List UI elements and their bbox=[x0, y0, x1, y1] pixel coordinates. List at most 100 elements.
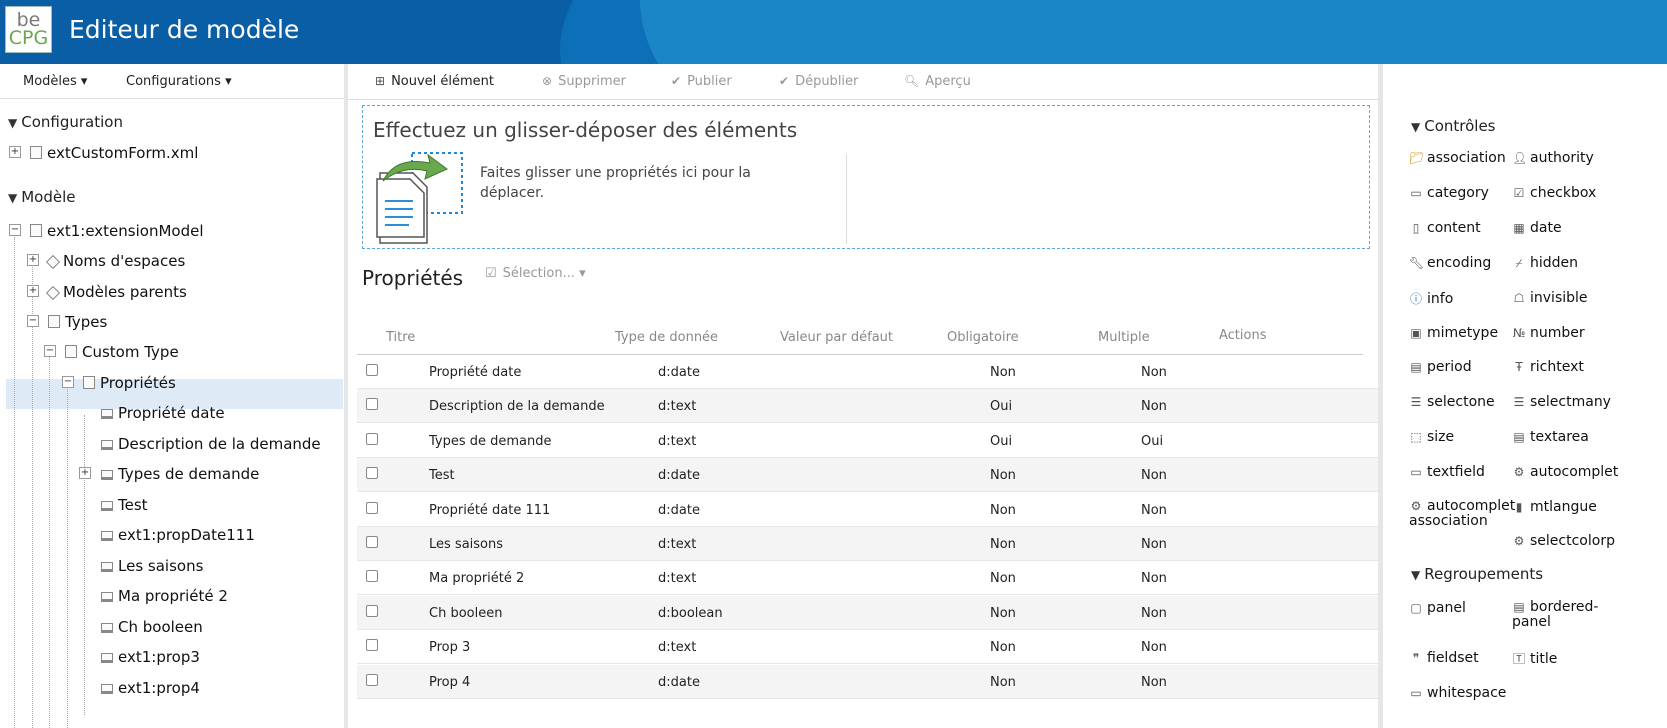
tree-node-custom-type[interactable]: Custom Type bbox=[65, 343, 179, 361]
control-selectone[interactable]: ☰ selectone bbox=[1409, 394, 1495, 410]
control-textarea[interactable]: ▤ textarea bbox=[1512, 429, 1589, 445]
control-number[interactable]: № number bbox=[1512, 325, 1585, 341]
row-checkbox[interactable] bbox=[366, 501, 378, 514]
column-header-type[interactable]: Type de donnée bbox=[615, 330, 718, 345]
table-row[interactable]: Ma propriété 2 d:text Non Non bbox=[357, 561, 1378, 596]
control-encoding[interactable]: 🔧︎ encoding bbox=[1409, 255, 1491, 271]
control-selectmany[interactable]: ☰ selectmany bbox=[1512, 394, 1611, 410]
control-date[interactable]: ▦ date bbox=[1512, 220, 1561, 236]
control-hidden[interactable]: ⌿ hidden bbox=[1512, 255, 1578, 271]
tree-node-property[interactable]: Propriété date bbox=[101, 404, 225, 422]
drag-drop-zone[interactable]: Effectuez un glisser-déposer des élément… bbox=[362, 105, 1370, 249]
control-richtext[interactable]: Ŧrichtext bbox=[1512, 359, 1584, 375]
cell-multiple: Non bbox=[1141, 399, 1167, 415]
table-row[interactable]: Prop 4 d:date Non Non bbox=[357, 664, 1378, 699]
table-row[interactable]: Ch booleen d:boolean Non Non bbox=[357, 595, 1378, 630]
row-checkbox[interactable] bbox=[366, 432, 378, 445]
control-info[interactable]: ⓘ info bbox=[1409, 290, 1453, 307]
control-authority[interactable]: 👤︎ authority bbox=[1512, 150, 1594, 166]
tree-node-property[interactable]: Les saisons bbox=[101, 557, 203, 575]
group-bordered-panel[interactable]: ▤ bordered-panel bbox=[1512, 600, 1602, 630]
tree-node-property[interactable]: Test bbox=[101, 496, 148, 514]
column-header-title[interactable]: Titre bbox=[386, 330, 415, 345]
delete-button[interactable]: ⊗ Supprimer bbox=[542, 74, 626, 89]
table-row[interactable]: Types de demande d:text Oui Oui bbox=[357, 424, 1378, 458]
control-label: mtlangue bbox=[1530, 499, 1597, 515]
configurations-menu-button[interactable]: Configurations ▾ bbox=[126, 74, 232, 89]
tree-node-config-file[interactable]: extCustomForm.xml bbox=[30, 144, 198, 162]
table-row[interactable]: Propriété date 111 d:date Non Non bbox=[357, 493, 1378, 527]
configuration-section[interactable]: ▼ Configuration bbox=[8, 113, 123, 131]
control-textfield[interactable]: ▭ textfield bbox=[1409, 464, 1485, 480]
group-title[interactable]: 🅃title bbox=[1512, 650, 1557, 667]
table-row[interactable]: Prop 3 d:text Non Non bbox=[357, 630, 1378, 665]
control-content[interactable]: ▯ content bbox=[1409, 220, 1481, 236]
models-menu-button[interactable]: Modèles ▾ bbox=[23, 74, 87, 89]
collapse-icon[interactable]: − bbox=[9, 224, 21, 236]
control-selectcolorp[interactable]: ⚙ selectcolorp bbox=[1512, 533, 1615, 549]
expand-icon[interactable]: + bbox=[27, 254, 39, 266]
cell-title: Prop 3 bbox=[429, 640, 471, 656]
control-checkbox[interactable]: ☑ checkbox bbox=[1512, 185, 1597, 201]
tree-node-property[interactable]: ext1:prop3 bbox=[101, 648, 200, 666]
control-autocomplet-association[interactable]: ⚙ autocomplet association bbox=[1409, 499, 1519, 529]
tree-node-property[interactable]: Description de la demande bbox=[101, 435, 321, 453]
collapse-icon[interactable]: − bbox=[62, 376, 74, 388]
table-row[interactable]: Propriété date d:date Non Non bbox=[357, 355, 1378, 389]
control-autocomplet[interactable]: ⚙ autocomplet bbox=[1512, 464, 1619, 480]
control-mimetype[interactable]: ▣ mimetype bbox=[1409, 325, 1498, 341]
tree-node-property[interactable]: Types de demande bbox=[101, 465, 259, 483]
model-section[interactable]: ▼ Modèle bbox=[8, 188, 76, 206]
control-period[interactable]: ▤ period bbox=[1409, 359, 1471, 375]
preview-button[interactable]: 🔍︎ Aperçu bbox=[904, 74, 971, 89]
tree-node-property[interactable]: ext1:prop4 bbox=[101, 679, 200, 697]
expand-icon[interactable]: + bbox=[9, 146, 21, 158]
column-header-mandatory[interactable]: Obligatoire bbox=[947, 330, 1019, 345]
tree-node-parent-models[interactable]: Modèles parents bbox=[45, 283, 187, 301]
group-fieldset[interactable]: ❞ fieldset bbox=[1409, 650, 1479, 666]
unpublish-button[interactable]: ✔ Dépublier bbox=[779, 74, 858, 89]
tree-node-property[interactable]: Ma propriété 2 bbox=[101, 587, 228, 605]
tree-node-property[interactable]: ext1:propDate111 bbox=[101, 526, 255, 544]
tree-node-property[interactable]: Ch booleen bbox=[101, 618, 203, 636]
expand-icon[interactable]: + bbox=[27, 285, 39, 297]
control-category[interactable]: ▭ category bbox=[1409, 185, 1489, 201]
collapse-icon[interactable]: − bbox=[27, 315, 39, 327]
panel-resizer[interactable] bbox=[1378, 64, 1383, 728]
control-label: checkbox bbox=[1530, 185, 1597, 201]
table-row[interactable]: Test d:date Non Non bbox=[357, 458, 1378, 493]
row-checkbox[interactable] bbox=[366, 364, 378, 376]
publish-button[interactable]: ✔ Publier bbox=[671, 74, 732, 89]
cell-multiple: Oui bbox=[1141, 433, 1164, 449]
row-checkbox[interactable] bbox=[366, 604, 378, 617]
new-element-button[interactable]: ⊞ Nouvel élément bbox=[375, 74, 494, 89]
table-row[interactable]: Description de la demande d:text Oui Non bbox=[357, 389, 1378, 424]
cell-mandatory: Non bbox=[990, 571, 1016, 587]
group-whitespace[interactable]: ▭ whitespace bbox=[1409, 685, 1506, 701]
column-header-multiple[interactable]: Multiple bbox=[1098, 330, 1150, 345]
row-checkbox[interactable] bbox=[366, 673, 378, 686]
column-header-default[interactable]: Valeur par défaut bbox=[780, 330, 893, 345]
row-checkbox[interactable] bbox=[366, 570, 378, 583]
tree-node-extension-model[interactable]: ext1:extensionModel bbox=[30, 222, 203, 240]
control-invisible[interactable]: ☖ invisible bbox=[1512, 290, 1588, 306]
selection-dropdown[interactable]: ☑ Sélection... ▾ bbox=[485, 266, 586, 281]
control-size[interactable]: ⬚ size bbox=[1409, 429, 1454, 445]
controls-section[interactable]: ▼ Contrôles bbox=[1411, 117, 1496, 135]
control-mtlangue[interactable]: ▮ mtlangue bbox=[1512, 499, 1597, 515]
tree-node-types[interactable]: Types bbox=[48, 313, 107, 331]
tree-node-namespaces[interactable]: Noms d'espaces bbox=[45, 252, 185, 270]
row-checkbox[interactable] bbox=[366, 639, 378, 652]
control-association[interactable]: 📁︎ association bbox=[1409, 150, 1506, 166]
row-checkbox[interactable] bbox=[366, 536, 378, 548]
group-panel[interactable]: ▢ panel bbox=[1409, 600, 1466, 616]
becpg-logo[interactable]: be CPG bbox=[5, 6, 52, 53]
row-checkbox[interactable] bbox=[366, 398, 378, 411]
collapse-icon[interactable]: − bbox=[44, 345, 56, 357]
row-checkbox[interactable] bbox=[366, 467, 378, 480]
panel-resizer[interactable] bbox=[344, 64, 348, 728]
groups-section[interactable]: ▼ Regroupements bbox=[1411, 565, 1543, 583]
table-row[interactable]: Les saisons d:text Non Non bbox=[357, 527, 1378, 561]
tree-node-properties[interactable]: Propriétés bbox=[83, 374, 176, 392]
expand-icon[interactable]: + bbox=[79, 467, 91, 479]
